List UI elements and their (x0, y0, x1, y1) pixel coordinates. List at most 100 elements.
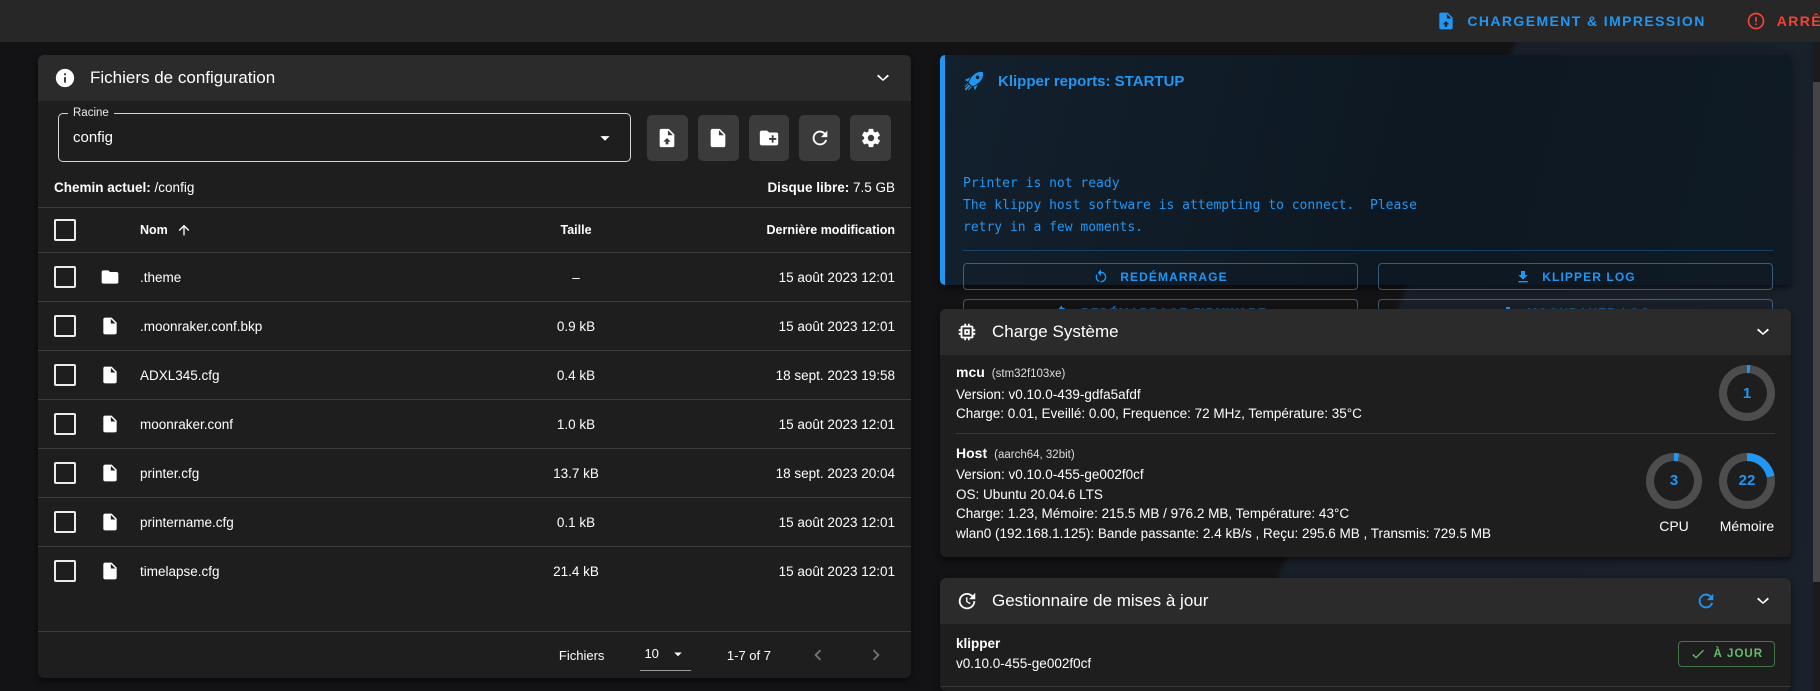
config-files-header: Fichiers de configuration (38, 55, 911, 101)
rocket-icon (963, 70, 985, 92)
page-scrollbar[interactable] (1813, 42, 1820, 691)
folder-plus-icon (758, 127, 780, 149)
file-upload-icon (656, 127, 678, 149)
path-row: Chemin actuel: /config Disque libre: 7.5… (38, 172, 911, 207)
gauge-label: Mémoire (1719, 517, 1775, 534)
table-row[interactable]: .moonraker.conf.bkp 0.9 kB 15 août 2023 … (38, 302, 911, 351)
table-row[interactable]: .theme – 15 août 2023 12:01 (38, 253, 911, 302)
divider (956, 432, 1775, 434)
table-row[interactable]: moonraker.conf 1.0 kB 15 août 2023 12:01 (38, 400, 911, 449)
up-to-date-badge[interactable]: À JOUR (1677, 641, 1775, 667)
file-size: 13.7 kB (553, 465, 599, 481)
config-files-panel: Fichiers de configuration Racine config (38, 55, 911, 678)
klipper-action-button[interactable]: KLIPPER LOG (1378, 263, 1773, 290)
emergency-stop-button[interactable]: ARRÊ (1746, 11, 1820, 31)
config-files-title: Fichiers de configuration (90, 68, 276, 87)
mcu-version: Version: v0.10.0-439-gdfa5afdf (956, 386, 1141, 402)
refresh-icon (809, 127, 831, 149)
mcu-load-value: 1 (1727, 373, 1767, 414)
upload-and-print-button[interactable]: CHARGEMENT & IMPRESSION (1436, 11, 1705, 31)
chip-icon (956, 321, 978, 343)
current-path: Chemin actuel: /config (54, 180, 195, 195)
file-size: – (572, 269, 580, 285)
files-table-body: .theme – 15 août 2023 12:01 .moonraker.c… (38, 253, 911, 595)
info-icon (54, 67, 76, 89)
check-updates-button[interactable] (1695, 590, 1717, 612)
file-name: moonraker.conf (140, 416, 234, 432)
klipper-console-message: Printer is not ready The klippy host soft… (963, 107, 1773, 239)
create-file-button[interactable] (697, 114, 739, 161)
page-range: 1-7 of 7 (726, 647, 771, 663)
update-manager-title: Gestionnaire de mises à jour (992, 591, 1209, 610)
check-icon (1690, 646, 1706, 662)
file-icon (100, 561, 140, 581)
files-settings-button[interactable] (850, 114, 892, 161)
table-row[interactable]: ADXL345.cfg 0.4 kB 18 sept. 2023 19:58 (38, 351, 911, 400)
system-load-panel: Charge Système mcu (stm32f103xe) Version:… (940, 309, 1791, 557)
select-all-checkbox[interactable] (54, 219, 76, 241)
mcu-stats: Charge: 0.01, Eveillé: 0.00, Frequence: … (956, 406, 1362, 421)
usage-value: 22 (1727, 460, 1767, 501)
system-load-body: mcu (stm32f103xe) Version: v0.10.0-439-gd… (940, 355, 1791, 557)
emergency-stop-label: ARRÊ (1776, 13, 1820, 29)
klipper-action-button[interactable]: REDÉMARRAGE (963, 263, 1358, 290)
file-icon (100, 365, 140, 385)
host-network: wlan0 (192.168.1.125): Bande passante: 2… (956, 525, 1492, 541)
status-label: À JOUR (1713, 648, 1763, 660)
update-icon (956, 590, 978, 612)
row-checkbox[interactable] (54, 413, 76, 435)
file-name: .theme (140, 269, 182, 285)
row-checkbox[interactable] (54, 364, 76, 386)
update-manager-panel: Gestionnaire de mises à jour klipper v0.… (940, 578, 1791, 691)
mcu-name: mcu (956, 364, 985, 380)
console-line: Printer is not ready (963, 176, 1120, 191)
mcu-gauge-zone: 1 (1605, 365, 1775, 422)
collapse-panel-icon[interactable] (1751, 589, 1775, 613)
row-checkbox[interactable] (54, 560, 76, 582)
table-row[interactable]: timelapse.cfg 21.4 kB 15 août 2023 12:01 (38, 547, 911, 595)
per-page-label: Fichiers (558, 647, 605, 663)
collapse-panel-icon[interactable] (871, 66, 895, 90)
gauge-column: 22 Mémoire (1719, 452, 1775, 534)
files-toolbar: Racine config (38, 101, 911, 172)
file-name: ADXL345.cfg (140, 367, 220, 383)
column-size[interactable]: Taille (501, 223, 651, 237)
top-toolbar: CHARGEMENT & IMPRESSION ARRÊ (0, 0, 1820, 42)
gauge-label: CPU (1659, 517, 1689, 534)
per-page-select[interactable]: 10 (640, 640, 691, 671)
table-row[interactable]: printername.cfg 0.1 kB 15 août 2023 12:0… (38, 498, 911, 547)
gauge-column: 3 CPU (1646, 452, 1702, 534)
select-caret-icon (594, 127, 616, 149)
mainsail-app: CHARGEMENT & IMPRESSION ARRÊ Fichiers de… (0, 0, 1820, 691)
usage-value: 3 (1654, 460, 1694, 501)
row-checkbox[interactable] (54, 462, 76, 484)
mcu-chip: (stm32f103xe) (991, 368, 1066, 380)
create-folder-button[interactable] (748, 114, 790, 161)
klipper-status-panel: Klipper reports: STARTUP Printer is not … (940, 55, 1791, 326)
file-modified: 15 août 2023 12:01 (778, 269, 895, 285)
row-checkbox[interactable] (54, 266, 76, 288)
refresh-files-button[interactable] (799, 114, 841, 161)
file-modified: 18 sept. 2023 20:04 (775, 465, 895, 481)
alert-divider (963, 250, 1773, 251)
update-entry-info: klipper v0.10.0-455-ge002f0cf (956, 634, 1678, 674)
row-checkbox[interactable] (54, 511, 76, 533)
mcu-load-gauge: 1 (1719, 365, 1775, 422)
scrollbar-thumb[interactable] (1813, 82, 1820, 582)
root-select[interactable]: Racine config (58, 106, 631, 162)
file-size: 0.4 kB (556, 367, 596, 383)
file-modified: 15 août 2023 12:01 (778, 514, 895, 530)
upload-file-button[interactable] (646, 114, 688, 161)
update-entry-row: klipper v0.10.0-455-ge002f0cf À JOUR (940, 624, 1791, 687)
files-table-header: Nom Taille Dernière modification (38, 207, 911, 253)
table-row[interactable]: printer.cfg 13.7 kB 18 sept. 2023 20:04 (38, 449, 911, 498)
column-modified[interactable]: Dernière modification (651, 223, 896, 237)
file-icon (100, 512, 140, 532)
row-checkbox[interactable] (54, 315, 76, 337)
collapse-panel-icon[interactable] (1751, 320, 1775, 344)
previous-page-button[interactable] (807, 644, 829, 666)
next-page-button[interactable] (865, 644, 887, 666)
column-name[interactable]: Nom (140, 222, 501, 238)
alert-circle-icon (1746, 11, 1766, 31)
update-entries: klipper v0.10.0-455-ge002f0cf À JOUR (940, 624, 1791, 687)
